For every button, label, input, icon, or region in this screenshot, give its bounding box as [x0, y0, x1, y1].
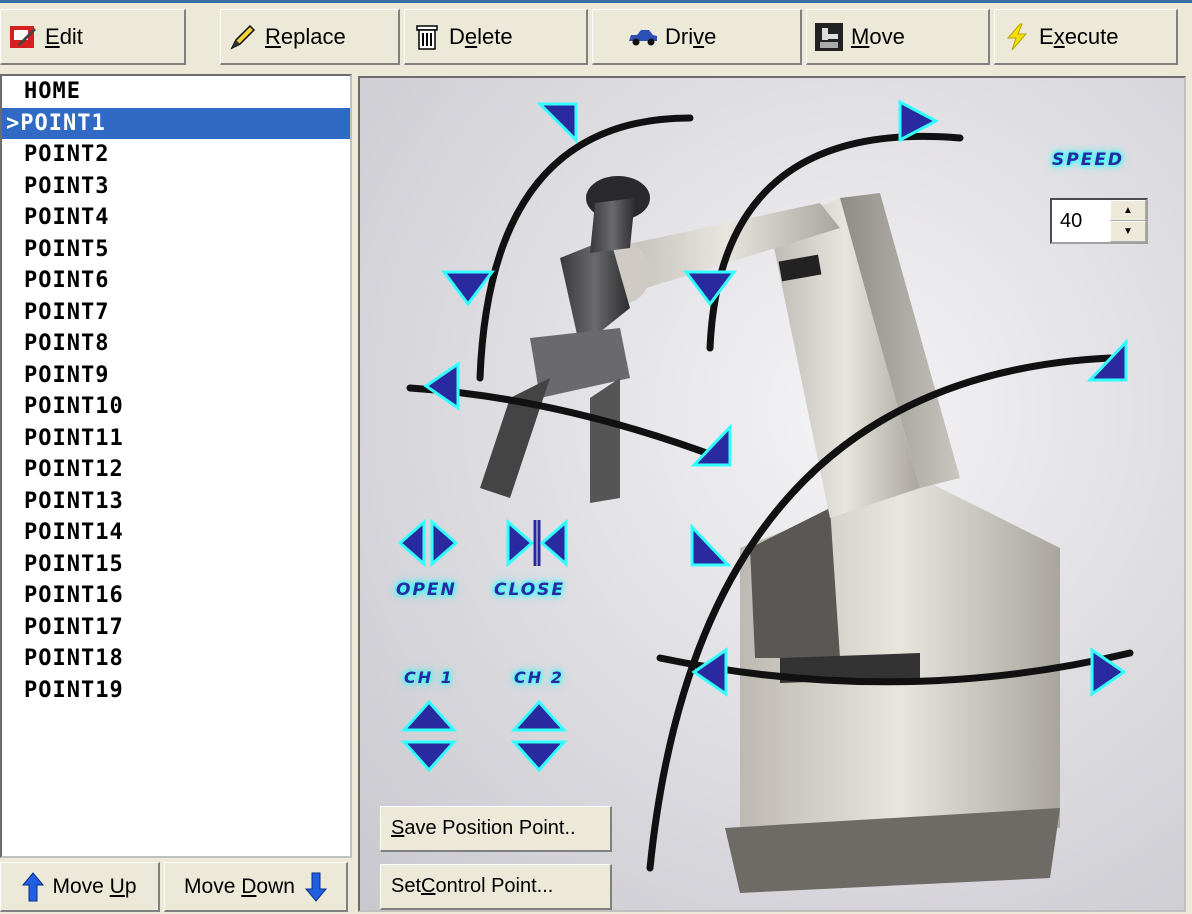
wrist-rotate-left-arrow[interactable] [422, 360, 462, 412]
point-list-item[interactable]: POINT11 [2, 423, 350, 455]
robot-arm-panel: SPEED 40 ▲ ▼ OPEN CLOSE CH 1 CH 2 Save P… [358, 76, 1186, 912]
base-rotate-up-arrow[interactable] [536, 98, 582, 144]
gripper-open-icon[interactable] [396, 518, 460, 568]
speed-up-arrow[interactable]: ▲ [1110, 200, 1146, 221]
move-up-button[interactable]: Move Up [0, 862, 160, 912]
set-control-point-button[interactable]: Set Control Point... [380, 864, 612, 910]
open-label[interactable]: OPEN [396, 580, 457, 600]
point-list[interactable]: HOME >POINT1 POINT2 POINT3 POINT4 POINT5 POINT… [0, 74, 352, 858]
wrist-rotate-right-arrow[interactable] [690, 423, 736, 469]
drive-button[interactable]: Drive [592, 9, 802, 65]
point-list-item[interactable]: POINT4 [2, 202, 350, 234]
ch1-label: CH 1 [404, 668, 454, 687]
point-list-item[interactable]: POINT7 [2, 297, 350, 329]
point-list-item[interactable]: HOME [2, 76, 350, 108]
point-list-item[interactable]: POINT13 [2, 486, 350, 518]
edit-icon [7, 21, 39, 53]
save-position-point-button[interactable]: Save Position Point.. [380, 806, 612, 852]
ch2-up-arrow[interactable] [510, 698, 568, 734]
point-list-item[interactable]: POINT12 [2, 454, 350, 486]
edit-button[interactable]: Edit [0, 9, 186, 65]
pencil-icon [227, 21, 259, 53]
robot-move-icon [813, 21, 845, 53]
arrow-down-icon [304, 872, 327, 902]
replace-button[interactable]: Replace [220, 9, 400, 65]
ch1-down-arrow[interactable] [400, 738, 458, 774]
point-list-item[interactable]: POINT19 [2, 675, 350, 707]
lightning-icon [1001, 21, 1033, 53]
point-list-item[interactable]: POINT14 [2, 517, 350, 549]
shoulder-down-arrow[interactable] [688, 523, 734, 569]
speed-label: SPEED [1052, 150, 1125, 170]
move-button[interactable]: Move [806, 9, 990, 65]
wrist-down-arrow[interactable] [440, 268, 496, 308]
point-list-item[interactable]: POINT10 [2, 391, 350, 423]
point-list-item[interactable]: >POINT1 [2, 107, 350, 139]
arrow-up-icon [22, 871, 45, 902]
shoulder-up-arrow[interactable] [1086, 338, 1132, 384]
car-icon [627, 21, 659, 53]
speed-spinner[interactable]: 40 ▲ ▼ [1050, 198, 1148, 244]
point-list-item[interactable]: POINT3 [2, 171, 350, 203]
close-label[interactable]: CLOSE [494, 580, 565, 600]
speed-value[interactable]: 40 [1052, 200, 1110, 242]
move-down-button[interactable]: Move Down [164, 862, 348, 912]
speed-down-arrow[interactable]: ▼ [1110, 221, 1146, 242]
ch2-label: CH 2 [514, 668, 564, 687]
elbow-down-arrow[interactable] [682, 268, 738, 308]
point-list-item[interactable]: POINT6 [2, 265, 350, 297]
delete-button[interactable]: Delete [404, 9, 588, 65]
point-list-item[interactable]: POINT17 [2, 612, 350, 644]
point-list-item[interactable]: POINT16 [2, 580, 350, 612]
gripper-close-icon[interactable] [504, 518, 570, 568]
point-list-item[interactable]: POINT15 [2, 549, 350, 581]
base-rotate-left-arrow[interactable] [690, 646, 730, 698]
ch2-down-arrow[interactable] [510, 738, 568, 774]
point-list-item[interactable]: POINT5 [2, 234, 350, 266]
shoulder-forward-arrow[interactable] [894, 98, 940, 144]
ch1-up-arrow[interactable] [400, 698, 458, 734]
trash-icon [411, 21, 443, 53]
point-list-item[interactable]: POINT18 [2, 643, 350, 675]
execute-button[interactable]: Execute [994, 9, 1178, 65]
toolbar: Edit Replace Delete Drive Move Execute [0, 0, 1192, 68]
point-list-item[interactable]: POINT2 [2, 139, 350, 171]
point-list-item[interactable]: POINT9 [2, 360, 350, 392]
base-rotate-right-arrow[interactable] [1088, 646, 1128, 698]
point-list-item[interactable]: POINT8 [2, 328, 350, 360]
